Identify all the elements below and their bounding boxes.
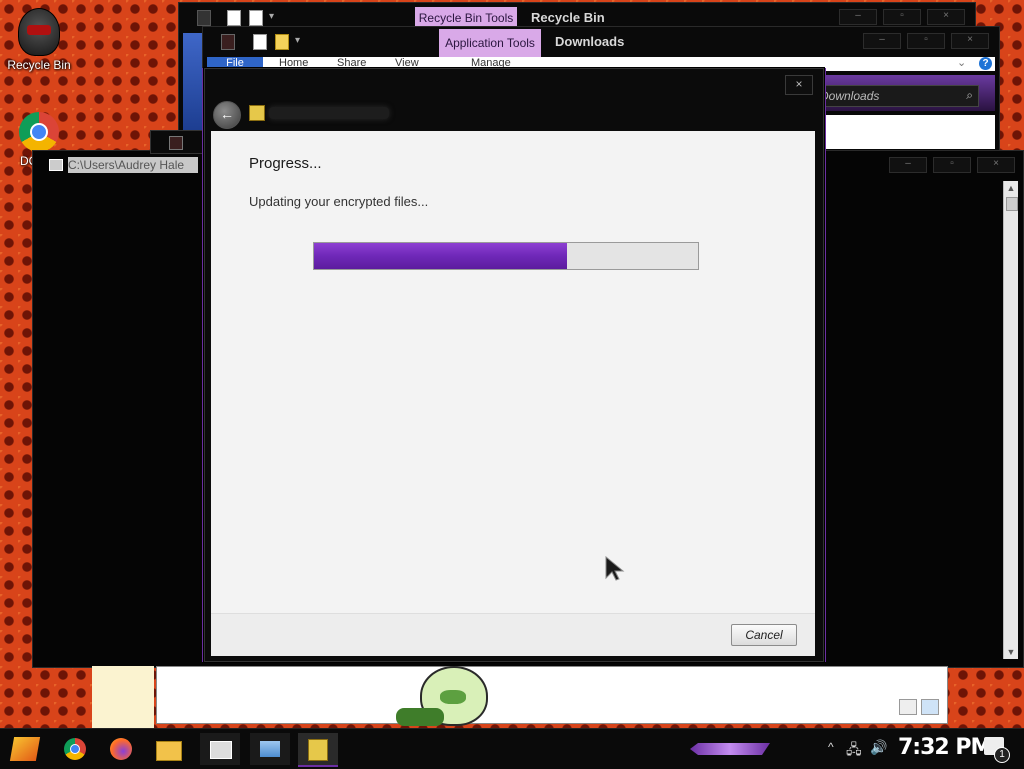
taskbar-encryption-app[interactable] (298, 733, 338, 767)
taskbar-explorer-window[interactable] (250, 733, 290, 765)
maximize-button[interactable]: ▫ (907, 33, 945, 49)
encryption-key-icon (308, 739, 328, 761)
minimize-button[interactable]: – (839, 9, 877, 25)
back-button[interactable]: ← (213, 101, 241, 129)
mouse-cursor-icon (605, 556, 625, 581)
start-icon (9, 737, 41, 761)
taskbar: ^ 🖧 🔊 7:32 PM 1 (0, 728, 1024, 769)
view-details-icon[interactable] (899, 699, 917, 715)
cmd-small-window (150, 130, 204, 154)
maximize-button[interactable]: ▫ (883, 9, 921, 25)
progress-heading: Progress... (249, 155, 322, 172)
chrome-icon (19, 112, 59, 152)
desktop-icon-recycle-bin[interactable]: Recycle Bin (4, 8, 74, 72)
scroll-thumb[interactable] (1006, 197, 1018, 211)
help-icon[interactable]: ? (979, 57, 992, 70)
properties-icon[interactable] (253, 34, 267, 50)
minimize-button[interactable]: – (863, 33, 901, 49)
recycle-bin-small-icon (197, 10, 211, 26)
show-hidden-icons-button[interactable]: ^ (828, 740, 834, 754)
folder-icon (156, 741, 182, 761)
close-button[interactable]: × (977, 157, 1015, 173)
start-button[interactable] (6, 733, 46, 765)
downloads-window-title: Downloads (555, 34, 625, 49)
scroll-down-arrow[interactable]: ▼ (1004, 645, 1018, 659)
quick-access-dropdown-icon[interactable]: ▾ (295, 35, 300, 46)
scroll-up-arrow[interactable]: ▲ (1004, 181, 1018, 195)
maximize-button[interactable]: ▫ (933, 157, 971, 173)
recycle-bin-window-title: Recycle Bin (531, 10, 605, 25)
close-button[interactable]: × (927, 9, 965, 25)
vertical-scrollbar[interactable]: ▲ ▼ (1003, 181, 1018, 659)
taskbar-command-prompt[interactable] (200, 733, 240, 765)
dialog-title-obscured (269, 107, 389, 119)
action-center-button[interactable]: 1 (984, 737, 1010, 763)
chrome-icon (64, 738, 86, 760)
search-placeholder: Downloads (820, 89, 880, 103)
dialog-close-button[interactable]: × (785, 75, 813, 95)
close-button[interactable]: × (951, 33, 989, 49)
new-folder-icon[interactable] (249, 10, 263, 26)
firefox-icon (110, 738, 132, 760)
cmd-app-icon (49, 159, 63, 171)
search-box[interactable]: Downloads ⌕ (815, 85, 979, 107)
network-icon[interactable]: 🖧 (846, 739, 862, 763)
search-icon[interactable]: ⌕ (966, 88, 973, 103)
minimize-button[interactable]: – (889, 157, 927, 173)
progress-bar (313, 242, 699, 270)
explorer-icon (260, 741, 280, 757)
taskbar-clock[interactable]: 7:32 PM (898, 735, 992, 760)
view-preview-icon[interactable] (921, 699, 939, 715)
ribbon-expand-icon[interactable]: ⌄ (957, 57, 966, 69)
taskbar-file-explorer[interactable] (148, 733, 188, 765)
character-sticker (396, 664, 506, 728)
image-viewer-window[interactable] (156, 666, 948, 724)
app-icon (221, 34, 235, 50)
taskbar-firefox[interactable] (102, 733, 142, 765)
cmd-title-path: C:\Users\Audrey Hale (68, 157, 198, 173)
dialog-footer: Cancel (211, 613, 815, 656)
cancel-button[interactable]: Cancel (731, 624, 797, 646)
encryption-key-icon (249, 105, 265, 121)
taskbar-chrome[interactable] (56, 733, 96, 765)
properties-icon[interactable] (227, 10, 241, 26)
application-tools-tab[interactable]: Application Tools (439, 29, 541, 57)
cmd-icon (210, 741, 232, 759)
quick-access-dropdown-icon[interactable]: ▾ (269, 11, 274, 22)
new-folder-icon[interactable] (275, 34, 289, 50)
cream-paper-decoration (92, 666, 154, 728)
progress-bar-fill (314, 243, 568, 269)
notification-count-badge: 1 (994, 747, 1010, 763)
recycle-bin-icon (18, 8, 60, 56)
progress-message: Updating your encrypted files... (249, 194, 429, 209)
downloads-titlebar[interactable]: ▾ Application Tools Downloads – ▫ × (203, 27, 999, 57)
encryption-progress-dialog[interactable]: × ← Progress... Updating your encrypted … (204, 68, 824, 662)
taskbar-purple-decoration (690, 743, 770, 755)
volume-icon[interactable]: 🔊 (870, 739, 887, 756)
dialog-content: Progress... Updating your encrypted file… (211, 131, 815, 613)
desktop-icon-label: Recycle Bin (7, 58, 71, 72)
